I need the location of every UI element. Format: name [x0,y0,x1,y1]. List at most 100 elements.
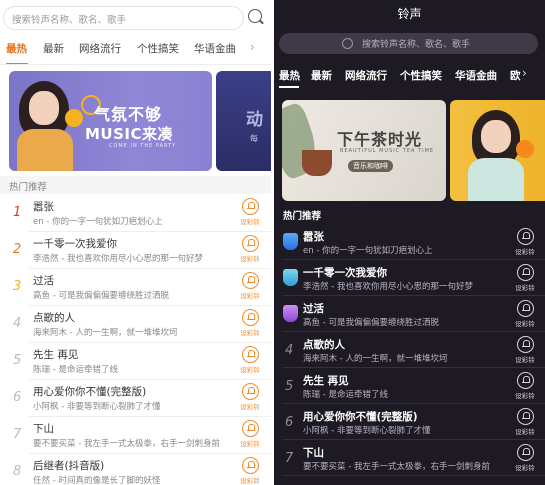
song-title: 用心爱你你不懂(完整版) [303,411,418,423]
set-ringback-button[interactable]: 设彩铃 [511,300,539,328]
banner-balloon [65,109,83,127]
banner-next[interactable] [450,100,545,201]
banner-cup-image [302,150,332,176]
set-ringback-label: 设彩铃 [515,320,535,328]
song-row[interactable]: 嚣张 en - 你的一字一句犹如刀疤划心上 设彩铃 [274,226,545,260]
set-ringback-button[interactable]: 设彩铃 [511,264,539,292]
tab-hottest[interactable]: 最热 [279,68,300,83]
song-rank: 5 [13,353,22,368]
banner-pagination [394,192,424,201]
song-rank: 1 [13,205,22,220]
song-title: 过活 [303,303,324,315]
banner-tagline: COME IN THE PARTY [109,143,177,149]
set-ringback-button[interactable]: 设彩铃 [238,457,262,485]
bell-icon [241,235,259,252]
row-divider [283,331,545,332]
chevron-right-icon[interactable]: › [250,40,255,54]
song-row[interactable]: 6 用心爱你你不懂(完整版) 小阿枫 - 非要等到断心裂肺了才懂 设彩铃 [274,406,545,440]
banner-tea-time[interactable]: 下午茶时光 BEAUTIFUL MUSIC TEA TIME 音乐和咖啡 [282,100,446,201]
section-title: 热门推荐 [9,182,48,193]
song-row[interactable]: 过活 高鱼 - 可是我偏偏偏要缠绕胜过洒脱 设彩铃 [274,298,545,332]
song-row[interactable]: 5 先生 再见 陈瑞 - 是命运牵错了线 设彩铃 [0,343,271,380]
song-title: 一千零一次我爱你 [303,267,387,279]
bell-icon [516,408,534,425]
page-title: 铃声 [397,7,422,21]
tab-chinese-hits[interactable]: 华语金曲 [194,41,236,56]
bell-icon [241,309,259,326]
song-rank: 7 [285,451,294,466]
set-ringback-button[interactable]: 设彩铃 [238,346,262,374]
song-subtitle: 陈瑞 - 是命运牵错了线 [303,390,388,400]
row-divider [283,439,545,440]
set-ringback-button[interactable]: 设彩铃 [238,383,262,411]
banner-title: 下午茶时光 [337,130,423,149]
tab-funny[interactable]: 个性搞笑 [137,41,179,56]
row-divider [283,367,545,368]
song-row[interactable]: 7 下山 要不要买菜 - 我左手一式太极拳，右手一剑刺身前 设彩铃 [274,442,545,476]
song-row[interactable]: 8 后继者(抖音版) 任然 - 时间真的像是长了脚的妖怪 设彩铃 [0,454,271,485]
tab-hottest[interactable]: 最热 [6,41,27,56]
set-ringback-label: 设彩铃 [240,255,260,263]
song-row[interactable]: 6 用心爱你你不懂(完整版) 小阿枫 - 非要等到断心裂肺了才懂 设彩铃 [0,380,271,417]
set-ringback-button[interactable]: 设彩铃 [238,272,262,300]
set-ringback-button[interactable]: 设彩铃 [511,444,539,472]
banner-party[interactable]: 气氛不够 MUSIC来凑 COME IN THE PARTY [9,71,212,171]
set-ringback-button[interactable]: 设彩铃 [238,235,262,263]
search-icon[interactable] [248,9,262,23]
song-rank: 4 [285,343,294,358]
tab-funny[interactable]: 个性搞笑 [400,68,442,83]
banner-girl-face [481,120,511,153]
search-bar-row: 搜索铃声名称、歌名、歌手 [0,0,271,36]
tab-chinese-hits[interactable]: 华语金曲 [455,68,497,83]
banner-subtitle: MUSIC来凑 [85,125,173,143]
set-ringback-label: 设彩铃 [515,356,535,364]
song-rank: 3 [13,279,22,294]
bell-icon [516,300,534,317]
set-ringback-label: 设彩铃 [240,218,260,226]
song-row[interactable]: 2 一千零一次我爱你 李浩然 - 我也喜欢你用尽小心思的那一句好梦 设彩铃 [0,232,271,269]
tab-internet-popular[interactable]: 网络流行 [345,68,387,83]
set-ringback-button[interactable]: 设彩铃 [238,309,262,337]
song-rank: 7 [13,427,22,442]
set-ringback-button[interactable]: 设彩铃 [511,372,539,400]
tab-newest[interactable]: 最新 [43,41,64,56]
set-ringback-button[interactable]: 设彩铃 [238,198,262,226]
song-rank: 5 [285,379,294,394]
banner-girl-body [17,129,73,171]
tab-western[interactable]: 欧 [510,68,521,83]
song-subtitle: 要不要买菜 - 我左手一式太极拳，右手一剑刺身前 [33,439,220,449]
set-ringback-button[interactable]: 设彩铃 [238,420,262,448]
song-row[interactable]: 7 下山 要不要买菜 - 我左手一式太极拳，右手一剑刺身前 设彩铃 [0,417,271,454]
set-ringback-button[interactable]: 设彩铃 [511,336,539,364]
bell-icon [516,264,534,281]
song-title: 点歌的人 [33,312,75,324]
song-rank: 8 [13,464,22,479]
tab-internet-popular[interactable]: 网络流行 [79,41,121,56]
song-row[interactable]: 一千零一次我爱你 李浩然 - 我也喜欢你用尽小心思的那一句好梦 设彩铃 [274,262,545,296]
chevron-right-icon[interactable]: › [522,66,527,80]
row-divider [283,403,545,404]
search-placeholder: 搜索铃声名称、歌名、歌手 [362,40,471,50]
song-row[interactable]: 4 点歌的人 海来阿木 - 人的一生啊，就一堆堆坎坷 设彩铃 [0,306,271,343]
song-row[interactable]: 1 嚣张 en - 你的一字一句犹如刀疤划心上 设彩铃 [0,195,271,232]
banner-next[interactable]: 动 每 [216,71,271,171]
category-tabs: 最热 最新 网络流行 个性搞笑 华语金曲 › [0,38,271,65]
set-ringback-button[interactable]: 设彩铃 [511,228,539,256]
search-input[interactable]: 搜索铃声名称、歌名、歌手 [3,6,244,30]
banner-next-sub: 每 [250,134,258,143]
song-row[interactable]: 5 先生 再见陈瑞 - 是命运牵错了线 设彩铃 [274,370,545,404]
song-title: 点歌的人 [303,339,345,351]
song-row[interactable]: 3 过活 高鱼 - 可是我偏偏偏要缠绕胜过洒脱 设彩铃 [0,269,271,306]
song-row[interactable]: 4 点歌的人 海来阿木 - 人的一生啊，就一堆堆坎坷 设彩铃 [274,334,545,368]
banner-tag: 音乐和咖啡 [348,160,393,172]
song-title: 先生 再见 [303,375,349,387]
song-subtitle: 陈瑞 - 是命运牵错了线 [33,365,118,375]
rank-medal-icon [283,305,298,322]
set-ringback-button[interactable]: 设彩铃 [511,408,539,436]
song-title: 下山 [303,447,324,459]
search-input[interactable]: 搜索铃声名称、歌名、歌手 [279,33,538,54]
row-divider [283,295,545,296]
search-icon [342,38,353,49]
set-ringback-label: 设彩铃 [515,392,535,400]
tab-newest[interactable]: 最新 [311,68,332,83]
